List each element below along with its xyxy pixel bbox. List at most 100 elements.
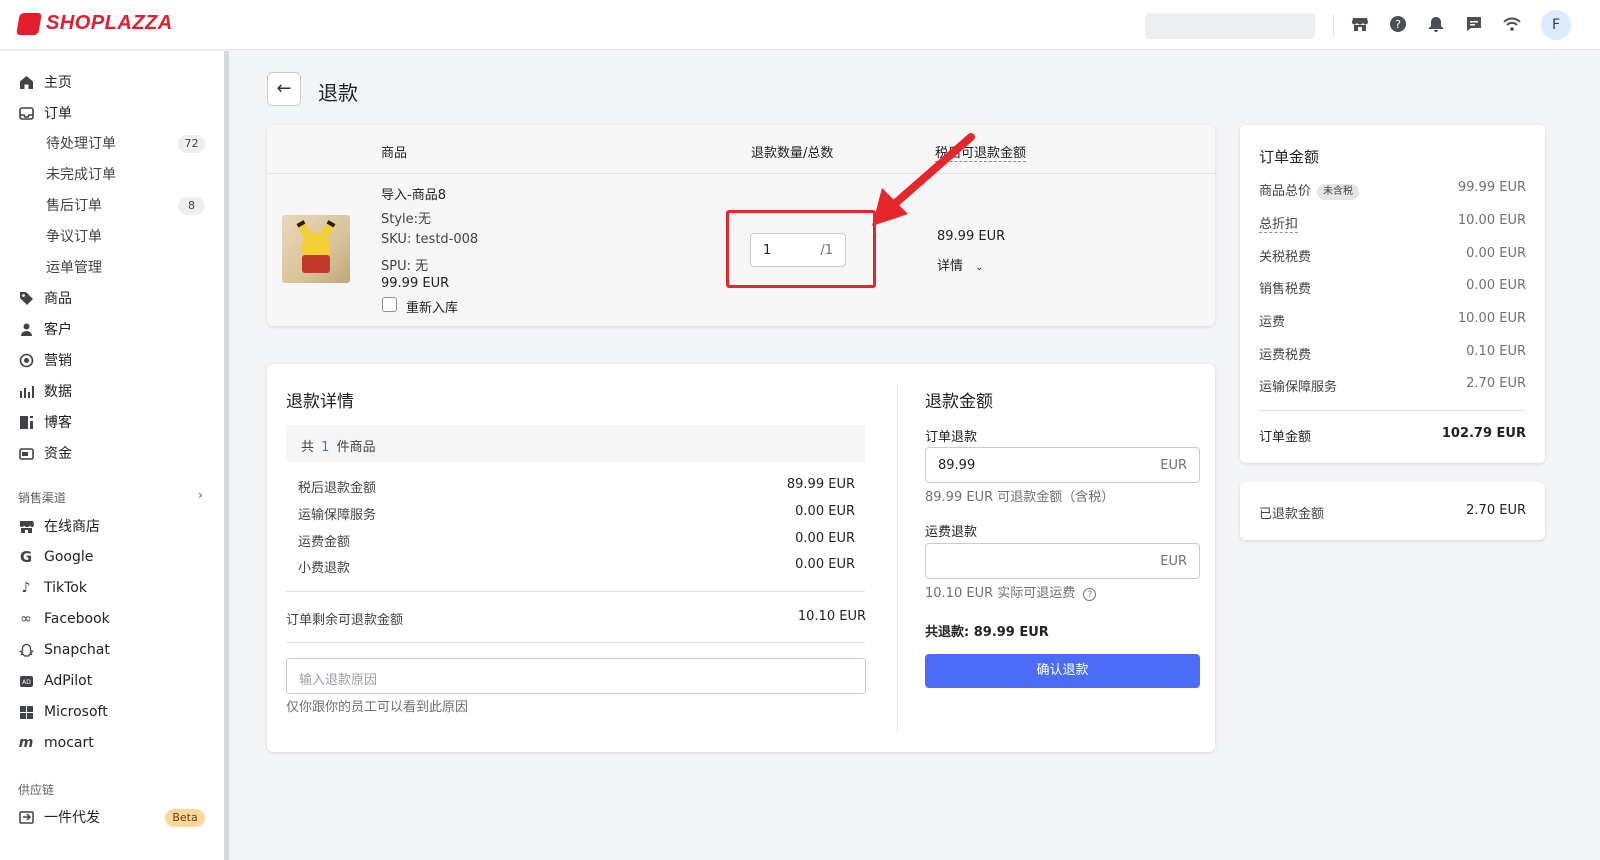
sidebar-scrollbar[interactable] <box>224 51 229 860</box>
sidebar-item-label: 博客 <box>44 415 72 431</box>
arrow-left-icon: ← <box>276 78 292 99</box>
col-header-qty: 退款数量/总数 <box>751 146 834 161</box>
sidebar-item-label: 一件代发 <box>44 810 100 826</box>
sidebar-subitem-unfinished-orders[interactable]: 未完成订单 <box>46 163 116 187</box>
wallet-icon <box>18 445 34 461</box>
sidebar-item-home[interactable]: 主页 <box>18 70 72 94</box>
summary-row-label[interactable]: 总折扣 <box>1259 213 1299 233</box>
shipping-refund-label: 运费退款 <box>925 525 978 540</box>
wifi-icon[interactable] <box>1502 15 1522 35</box>
sidebar-channel-adpilot[interactable]: AD AdPilot <box>18 669 92 693</box>
sidebar-item-dropshipping[interactable]: 一件代发 <box>18 805 100 829</box>
help-icon[interactable]: ? <box>1083 588 1097 601</box>
sidebar-channel-online-store[interactable]: 在线商店 <box>18 514 100 538</box>
summary-rows: 商品总价 未含税 99.99 EUR 总折扣 10.00 EUR 关税税费 0.0… <box>1259 180 1526 420</box>
page-title: 退款 <box>318 81 358 105</box>
summary-row-value: 10.00 EUR <box>1457 311 1526 326</box>
summary-row-value: 10.00 EUR <box>1457 213 1526 228</box>
detail-label: 详情 <box>937 259 964 274</box>
microsoft-icon <box>18 704 34 720</box>
sidebar-item-label: Microsoft <box>44 704 108 720</box>
sidebar-channel-mocart[interactable]: m mocart <box>18 731 94 755</box>
mocart-icon: m <box>18 735 34 751</box>
sidebar-item-label: TikTok <box>44 580 87 596</box>
chevron-right-icon[interactable]: › <box>198 488 203 502</box>
sidebar-channel-microsoft[interactable]: Microsoft <box>18 700 108 724</box>
summary-row-value: 99.99 EUR <box>1457 180 1526 195</box>
refundable-amount: 89.99 EUR <box>937 229 1006 244</box>
sidebar-item-products[interactable]: 商品 <box>18 286 72 310</box>
shipping-refund-input[interactable]: EUR <box>925 543 1200 579</box>
sidebar-item-customers[interactable]: 客户 <box>18 317 72 341</box>
google-icon: G <box>19 548 33 566</box>
reason-placeholder: 输入退款原因 <box>299 673 378 688</box>
divider <box>286 642 865 643</box>
order-refund-value: 89.99 <box>938 458 976 473</box>
store-icon[interactable] <box>1350 15 1370 35</box>
sidebar-subitem-dispute-orders[interactable]: 争议订单 <box>46 225 102 249</box>
detail-row-label: 税后退款金额 <box>298 481 377 496</box>
count-suffix: 件商品 <box>336 440 376 455</box>
detail-toggle[interactable]: 详情 ⌄ <box>937 255 984 274</box>
sidebar-item-label: 订单 <box>44 106 72 122</box>
adpilot-icon: AD <box>18 673 34 689</box>
product-style: Style:无 <box>381 212 432 227</box>
shipping-refund-hint-text: 10.10 EUR 实际可退运费 <box>925 586 1076 601</box>
refund-detail-title: 退款详情 <box>286 392 354 412</box>
sidebar-item-blog[interactable]: 博客 <box>18 410 72 434</box>
restock-label: 重新入库 <box>406 301 459 316</box>
sidebar-item-analytics[interactable]: 数据 <box>18 379 72 403</box>
sidebar-item-label: mocart <box>44 735 94 751</box>
sidebar-item-label: Snapchat <box>44 642 110 658</box>
sidebar-item-orders[interactable]: 订单 <box>18 101 72 125</box>
restock-checkbox[interactable] <box>382 297 397 312</box>
user-avatar[interactable]: F <box>1541 10 1571 40</box>
currency-suffix: EUR <box>1160 554 1187 569</box>
product-thumbnail <box>282 215 350 283</box>
summary-row-label: 运费 <box>1259 315 1286 330</box>
currency-suffix: EUR <box>1160 458 1187 473</box>
store-name-placeholder[interactable] <box>1145 13 1315 39</box>
detail-row-value: 0.00 EUR <box>795 531 855 546</box>
back-button[interactable]: ← <box>267 72 301 106</box>
refund-reason-input[interactable]: 输入退款原因 <box>286 658 866 694</box>
confirm-refund-button[interactable]: 确认退款 <box>925 654 1200 688</box>
order-refund-input[interactable]: 89.99 EUR <box>925 447 1200 483</box>
sidebar-item-label: AdPilot <box>44 673 93 689</box>
item-count-bar: 共 1 件商品 <box>286 425 865 462</box>
refunded-label: 已退款金额 <box>1259 507 1325 522</box>
tax-excluded-tag: 未含税 <box>1317 183 1360 200</box>
detail-row-label: 运费金额 <box>298 535 351 550</box>
sidebar-channel-snapchat[interactable]: Snapchat <box>18 638 110 662</box>
sidebar-item-finance[interactable]: 资金 <box>18 441 72 465</box>
aftersale-count-badge: 8 <box>178 197 205 215</box>
sidebar-channel-tiktok[interactable]: ♪ TikTok <box>18 576 87 600</box>
shoplazza-logo[interactable]: SHOPLAZZA <box>16 12 173 35</box>
count-prefix: 共 <box>301 440 315 455</box>
sidebar-item-label: Facebook <box>44 611 110 627</box>
tiktok-icon: ♪ <box>21 580 31 596</box>
product-name[interactable]: 导入-商品8 <box>381 184 446 203</box>
sidebar-item-marketing[interactable]: 营销 <box>18 348 72 372</box>
order-refund-hint: 89.99 EUR 可退款金额（含税） <box>925 490 1115 505</box>
sidebar-channel-google[interactable]: G Google <box>18 545 94 569</box>
sidebar-subitem-shipment-management[interactable]: 运单管理 <box>46 256 102 280</box>
annotation-arrow-icon <box>872 133 975 226</box>
refunded-value: 2.70 EUR <box>1466 503 1526 518</box>
table-header: 商品 退款数量/总数 税后可退款金额 <box>267 125 1215 174</box>
svg-text:?: ? <box>1395 18 1401 31</box>
chat-icon[interactable] <box>1464 15 1484 35</box>
sidebar-subitem-aftersale-orders[interactable]: 售后订单 <box>46 194 102 218</box>
top-bar: SHOPLAZZA ? F <box>0 0 1600 50</box>
sidebar-item-label: 主页 <box>44 75 72 91</box>
svg-text:AD: AD <box>22 679 31 686</box>
help-icon[interactable]: ? <box>1388 15 1408 35</box>
pending-count-badge: 72 <box>178 135 205 153</box>
sidebar-channel-facebook[interactable]: ∞ Facebook <box>18 607 110 631</box>
summary-row-value: 0.10 EUR <box>1466 344 1526 359</box>
order-total-label: 订单金额 <box>1259 430 1312 445</box>
sidebar-subitem-pending-orders[interactable]: 待处理订单 <box>46 132 116 156</box>
bell-icon[interactable] <box>1426 15 1446 35</box>
sidebar-item-label: 客户 <box>44 322 72 338</box>
summary-row-label: 运费税费 <box>1259 348 1312 363</box>
